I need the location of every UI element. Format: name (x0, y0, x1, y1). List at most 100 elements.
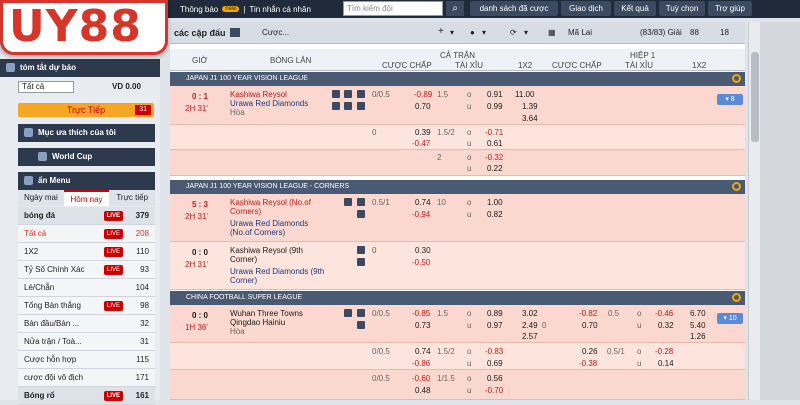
half-handicap-home[interactable]: -0.82 (579, 309, 597, 318)
under-odds[interactable]: 0.97 (487, 321, 503, 330)
under-odds[interactable]: 0.69 (487, 359, 503, 368)
handicap-away-odds[interactable]: -0.86 (412, 359, 430, 368)
results-button[interactable]: Kết quả (614, 1, 656, 16)
handicap-home-odds[interactable]: -0.60 (412, 374, 430, 383)
sidebar-item-sport[interactable]: Nửa trận / Toà... 31 (18, 333, 155, 351)
half-1x2-away[interactable]: 5.40 (690, 321, 706, 330)
stats-icon[interactable] (344, 90, 352, 98)
lineup-icon[interactable] (357, 321, 365, 329)
chevron-down-icon[interactable]: ▾ (450, 28, 454, 37)
under-odds[interactable]: 0.22 (487, 164, 503, 173)
league-header[interactable]: JAPAN J1 100 YEAR VISION LEAGUE (170, 72, 745, 86)
refresh-icon[interactable] (732, 182, 741, 191)
lineup-icon[interactable] (357, 102, 365, 110)
help-button[interactable]: Trợ giúp (708, 1, 752, 16)
under-odds[interactable]: 0.99 (487, 102, 503, 111)
over-odds[interactable]: 0.56 (487, 374, 503, 383)
handicap-away-odds[interactable]: 0.48 (415, 386, 431, 395)
league-header[interactable]: JAPAN J1 100 YEAR VISION LEAGUE - CORNER… (170, 180, 745, 194)
over-odds[interactable]: 0.89 (487, 309, 503, 318)
1x2-away[interactable]: 1.39 (522, 102, 538, 111)
info-icon[interactable]: ● (470, 28, 475, 37)
tab-today[interactable]: Hôm nay (63, 190, 110, 206)
sidebar-item-sport[interactable]: Cược hỗn hợp 115 (18, 351, 155, 369)
notifications-link[interactable]: Thông báo (180, 5, 218, 14)
chart-icon[interactable] (332, 102, 340, 110)
stats-icon[interactable] (344, 198, 352, 206)
handicap-home-odds[interactable]: 0.30 (415, 246, 431, 255)
under-odds[interactable]: -0.70 (485, 386, 503, 395)
favorites-header[interactable]: Mục ưa thích của tôi (18, 124, 155, 142)
plus-icon[interactable]: + (438, 26, 444, 37)
handicap-home-odds[interactable]: 0.74 (415, 347, 431, 356)
sidebar-item-sport[interactable]: 1X2 LIVE 110 (18, 243, 155, 261)
handicap-home-odds[interactable]: 0.74 (415, 198, 431, 207)
scrollbar-thumb[interactable] (751, 52, 759, 142)
over-odds[interactable]: 1.00 (487, 198, 503, 207)
sidebar-item-sport[interactable]: Bàn đầu/Bàn ... 32 (18, 315, 155, 333)
sidebar-item-sport[interactable]: Tỷ Số Chính Xác LIVE 93 (18, 261, 155, 279)
handicap-away-odds[interactable]: 0.73 (415, 321, 431, 330)
half-handicap-away[interactable]: -0.38 (579, 359, 597, 368)
half-1x2-home[interactable]: 6.70 (690, 309, 706, 318)
options-button[interactable]: Tuỳ chọn (659, 1, 705, 16)
handicap-home-odds[interactable]: -0.85 (412, 309, 430, 318)
half-handicap-home[interactable]: 0.26 (582, 347, 598, 356)
half-under-odds[interactable]: 0.14 (658, 359, 674, 368)
tab-tomorrow[interactable]: Ngày mai (18, 190, 64, 206)
1x2-draw[interactable]: 2.57 (522, 332, 538, 341)
handicap-away-odds[interactable]: -0.47 (412, 139, 430, 148)
speaker-icon[interactable] (230, 28, 240, 37)
half-handicap-away[interactable]: 0.70 (582, 321, 598, 330)
half-over-odds[interactable]: -0.46 (655, 309, 673, 318)
stats-icon[interactable] (344, 309, 352, 317)
worldcup-header[interactable]: World Cup (18, 148, 155, 166)
handicap-away-odds[interactable]: 0.70 (415, 102, 431, 111)
half-1x2-draw[interactable]: 1.26 (690, 332, 706, 341)
chevron-down-icon[interactable]: ▾ (524, 28, 528, 37)
tab-live[interactable]: Trực tiếp (109, 190, 155, 206)
league-filter[interactable]: Mã Lai (568, 28, 592, 37)
over-odds[interactable]: -0.32 (485, 153, 503, 162)
search-icon[interactable]: ⌕ (446, 1, 464, 16)
more-bets-button[interactable]: ▾ 8 (717, 94, 743, 105)
summary-select[interactable]: Tất cả (18, 81, 74, 93)
under-odds[interactable]: 0.82 (487, 210, 503, 219)
sidebar-item-sport[interactable]: Tất cả LIVE 208 (18, 225, 155, 243)
over-odds[interactable]: -0.83 (485, 347, 503, 356)
handicap-away-odds[interactable]: -0.94 (412, 210, 430, 219)
under-odds[interactable]: 0.61 (487, 139, 503, 148)
search-input[interactable]: Tìm kiếm đội (343, 1, 443, 16)
half-over-odds[interactable]: -0.28 (655, 347, 673, 356)
over-odds[interactable]: -0.71 (485, 128, 503, 137)
1x2-home[interactable]: 11.00 (515, 90, 534, 99)
brand-logo[interactable]: UY88 (0, 0, 168, 55)
scrollbar[interactable] (748, 22, 760, 400)
sort-dropdown[interactable]: Cược... (262, 28, 289, 37)
refresh-icon[interactable] (732, 74, 741, 83)
half-under-odds[interactable]: 0.32 (658, 321, 674, 330)
star-icon[interactable] (357, 90, 365, 98)
stats-icon[interactable] (357, 246, 365, 254)
refresh-icon[interactable]: ⟳ (510, 28, 517, 37)
lineup-icon[interactable] (357, 210, 365, 218)
chevron-down-icon[interactable]: ▾ (482, 28, 486, 37)
sidebar-item-sport[interactable]: bóng đá LIVE 379 (18, 207, 155, 225)
stats-icon[interactable] (344, 102, 352, 110)
lineup-icon[interactable] (357, 258, 365, 266)
menu-header[interactable]: ẩn Menu (18, 172, 155, 190)
handicap-home-odds[interactable]: -0.89 (414, 90, 432, 99)
live-button[interactable]: Trực Tiếp 31 (18, 103, 154, 117)
1x2-home[interactable]: 3.02 (522, 309, 538, 318)
handicap-home-odds[interactable]: 0.39 (415, 128, 431, 137)
1x2-draw[interactable]: 3.64 (522, 114, 538, 123)
over-odds[interactable]: 0.91 (487, 90, 503, 99)
tv-icon[interactable] (332, 90, 340, 98)
sidebar-item-sport[interactable]: cược đội vô địch 171 (18, 369, 155, 387)
transactions-button[interactable]: Giao dịch (561, 1, 611, 16)
sidebar-item-sport[interactable]: Tổng Bàn thắng LIVE 98 (18, 297, 155, 315)
messages-link[interactable]: Tin nhắn cá nhân (249, 5, 311, 14)
star-icon[interactable] (357, 309, 365, 317)
league-header[interactable]: CHINA FOOTBALL SUPER LEAGUE (170, 291, 745, 305)
more-bets-button[interactable]: ▾ 10 (717, 313, 743, 324)
